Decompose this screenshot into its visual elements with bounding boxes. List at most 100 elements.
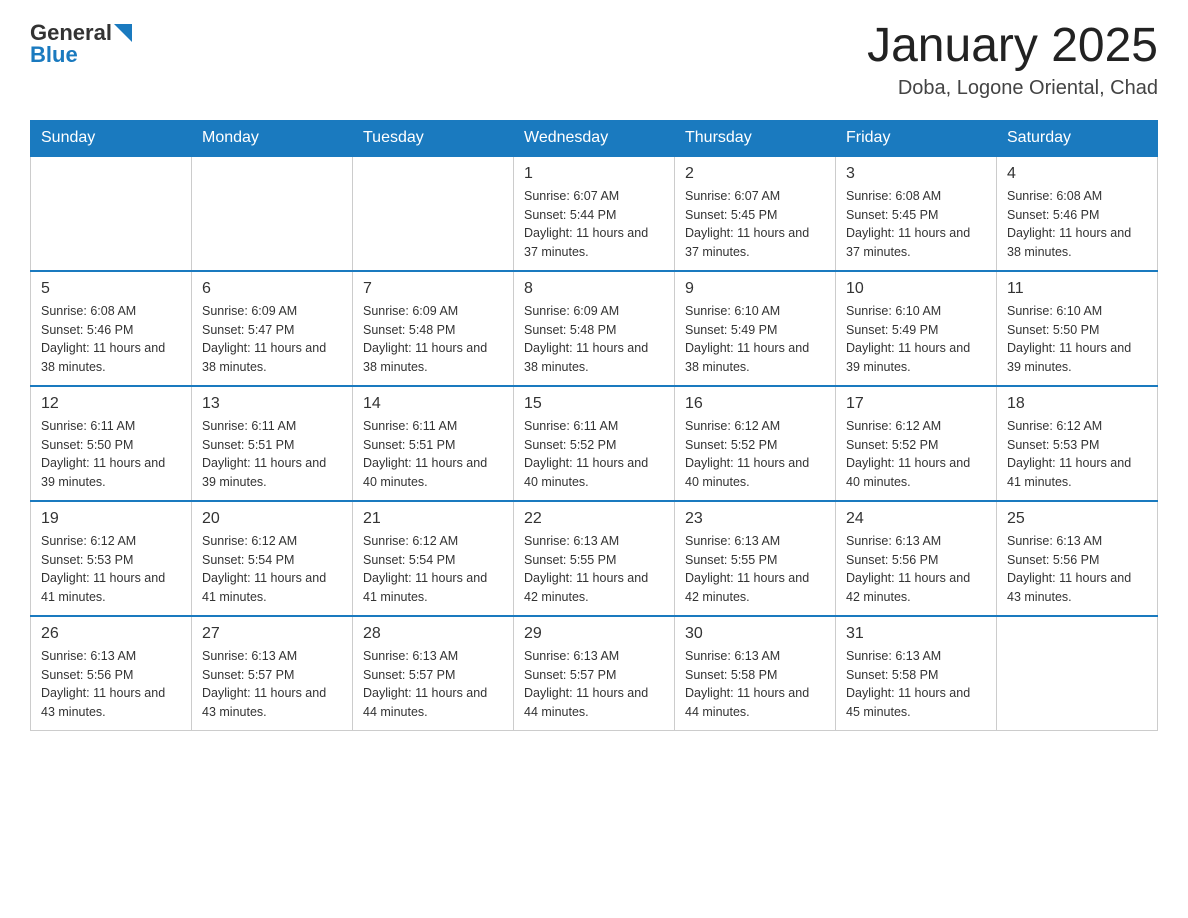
day-number: 8 bbox=[524, 280, 664, 298]
day-info: Sunrise: 6:12 AMSunset: 5:54 PMDaylight:… bbox=[363, 532, 503, 607]
day-info: Sunrise: 6:13 AMSunset: 5:58 PMDaylight:… bbox=[685, 647, 825, 722]
day-number: 27 bbox=[202, 625, 342, 643]
day-number: 12 bbox=[41, 395, 181, 413]
page-header: General Blue January 2025 Doba, Logone O… bbox=[30, 20, 1158, 100]
logo-blue: Blue bbox=[30, 42, 78, 68]
weekday-header-tuesday: Tuesday bbox=[353, 120, 514, 156]
calendar-cell bbox=[353, 156, 514, 271]
calendar-cell: 20 Sunrise: 6:12 AMSunset: 5:54 PMDayligh… bbox=[192, 501, 353, 616]
day-info: Sunrise: 6:08 AMSunset: 5:45 PMDaylight:… bbox=[846, 187, 986, 262]
calendar-cell: 22Sunrise: 6:13 AMSunset: 5:55 PMDayligh… bbox=[514, 501, 675, 616]
calendar-cell: 12 Sunrise: 6:11 AMSunset: 5:50 PMDayligh… bbox=[31, 386, 192, 501]
calendar-cell: 24 Sunrise: 6:13 AMSunset: 5:56 PMDayligh… bbox=[836, 501, 997, 616]
day-number: 4 bbox=[1007, 165, 1147, 183]
calendar-cell: 4 Sunrise: 6:08 AMSunset: 5:46 PMDaylight… bbox=[997, 156, 1158, 271]
calendar-cell: 21 Sunrise: 6:12 AMSunset: 5:54 PMDayligh… bbox=[353, 501, 514, 616]
calendar-cell: 9Sunrise: 6:10 AMSunset: 5:49 PMDaylight… bbox=[675, 271, 836, 386]
day-number: 6 bbox=[202, 280, 342, 298]
day-info: Sunrise: 6:12 AMSunset: 5:54 PMDaylight:… bbox=[202, 532, 342, 607]
day-number: 16 bbox=[685, 395, 825, 413]
calendar-cell: 29Sunrise: 6:13 AMSunset: 5:57 PMDayligh… bbox=[514, 616, 675, 731]
calendar-cell: 23 Sunrise: 6:13 AMSunset: 5:55 PMDayligh… bbox=[675, 501, 836, 616]
calendar-cell: 7Sunrise: 6:09 AMSunset: 5:48 PMDaylight… bbox=[353, 271, 514, 386]
day-info: Sunrise: 6:10 AMSunset: 5:50 PMDaylight:… bbox=[1007, 302, 1147, 377]
day-info: Sunrise: 6:12 AMSunset: 5:53 PMDaylight:… bbox=[1007, 417, 1147, 492]
day-info: Sunrise: 6:09 AMSunset: 5:48 PMDaylight:… bbox=[524, 302, 664, 377]
day-number: 10 bbox=[846, 280, 986, 298]
day-number: 28 bbox=[363, 625, 503, 643]
logo-triangle-icon bbox=[114, 24, 132, 44]
day-number: 21 bbox=[363, 510, 503, 528]
day-info: Sunrise: 6:13 AMSunset: 5:56 PMDaylight:… bbox=[846, 532, 986, 607]
day-info: Sunrise: 6:13 AMSunset: 5:58 PMDaylight:… bbox=[846, 647, 986, 722]
location: Doba, Logone Oriental, Chad bbox=[867, 77, 1158, 100]
calendar-cell: 10 Sunrise: 6:10 AMSunset: 5:49 PMDayligh… bbox=[836, 271, 997, 386]
day-number: 23 bbox=[685, 510, 825, 528]
day-info: Sunrise: 6:11 AMSunset: 5:51 PMDaylight:… bbox=[363, 417, 503, 492]
calendar-cell: 17 Sunrise: 6:12 AMSunset: 5:52 PMDayligh… bbox=[836, 386, 997, 501]
day-info: Sunrise: 6:11 AMSunset: 5:51 PMDaylight:… bbox=[202, 417, 342, 492]
day-number: 24 bbox=[846, 510, 986, 528]
calendar-cell: 30 Sunrise: 6:13 AMSunset: 5:58 PMDayligh… bbox=[675, 616, 836, 731]
calendar-cell: 27 Sunrise: 6:13 AMSunset: 5:57 PMDayligh… bbox=[192, 616, 353, 731]
day-number: 3 bbox=[846, 165, 986, 183]
day-info: Sunrise: 6:11 AMSunset: 5:52 PMDaylight:… bbox=[524, 417, 664, 492]
day-number: 30 bbox=[685, 625, 825, 643]
logo[interactable]: General Blue bbox=[30, 20, 132, 68]
day-info: Sunrise: 6:08 AMSunset: 5:46 PMDaylight:… bbox=[1007, 187, 1147, 262]
calendar-cell: 18 Sunrise: 6:12 AMSunset: 5:53 PMDayligh… bbox=[997, 386, 1158, 501]
day-info: Sunrise: 6:09 AMSunset: 5:47 PMDaylight:… bbox=[202, 302, 342, 377]
calendar-cell: 28Sunrise: 6:13 AMSunset: 5:57 PMDayligh… bbox=[353, 616, 514, 731]
calendar-table: SundayMondayTuesdayWednesdayThursdayFrid… bbox=[30, 120, 1158, 731]
day-number: 29 bbox=[524, 625, 664, 643]
calendar-cell: 13 Sunrise: 6:11 AMSunset: 5:51 PMDayligh… bbox=[192, 386, 353, 501]
day-number: 26 bbox=[41, 625, 181, 643]
calendar-cell: 3 Sunrise: 6:08 AMSunset: 5:45 PMDaylight… bbox=[836, 156, 997, 271]
calendar-cell bbox=[31, 156, 192, 271]
weekday-header-saturday: Saturday bbox=[997, 120, 1158, 156]
day-number: 9 bbox=[685, 280, 825, 298]
day-number: 15 bbox=[524, 395, 664, 413]
day-info: Sunrise: 6:13 AMSunset: 5:57 PMDaylight:… bbox=[202, 647, 342, 722]
day-number: 20 bbox=[202, 510, 342, 528]
calendar-week-row: 19 Sunrise: 6:12 AMSunset: 5:53 PMDayligh… bbox=[31, 501, 1158, 616]
day-info: Sunrise: 6:08 AMSunset: 5:46 PMDaylight:… bbox=[41, 302, 181, 377]
weekday-header-friday: Friday bbox=[836, 120, 997, 156]
day-number: 7 bbox=[363, 280, 503, 298]
calendar-week-row: 12 Sunrise: 6:11 AMSunset: 5:50 PMDayligh… bbox=[31, 386, 1158, 501]
day-number: 14 bbox=[363, 395, 503, 413]
calendar-week-row: 1 Sunrise: 6:07 AMSunset: 5:44 PMDaylight… bbox=[31, 156, 1158, 271]
day-number: 2 bbox=[685, 165, 825, 183]
day-number: 19 bbox=[41, 510, 181, 528]
day-number: 17 bbox=[846, 395, 986, 413]
calendar-cell: 19 Sunrise: 6:12 AMSunset: 5:53 PMDayligh… bbox=[31, 501, 192, 616]
day-number: 5 bbox=[41, 280, 181, 298]
weekday-header-monday: Monday bbox=[192, 120, 353, 156]
calendar-cell: 1 Sunrise: 6:07 AMSunset: 5:44 PMDaylight… bbox=[514, 156, 675, 271]
day-number: 25 bbox=[1007, 510, 1147, 528]
title-section: January 2025 Doba, Logone Oriental, Chad bbox=[867, 20, 1158, 100]
day-number: 1 bbox=[524, 165, 664, 183]
day-number: 13 bbox=[202, 395, 342, 413]
day-info: Sunrise: 6:12 AMSunset: 5:52 PMDaylight:… bbox=[846, 417, 986, 492]
calendar-cell: 14 Sunrise: 6:11 AMSunset: 5:51 PMDayligh… bbox=[353, 386, 514, 501]
calendar-week-row: 5 Sunrise: 6:08 AMSunset: 5:46 PMDaylight… bbox=[31, 271, 1158, 386]
day-info: Sunrise: 6:11 AMSunset: 5:50 PMDaylight:… bbox=[41, 417, 181, 492]
calendar-cell: 6 Sunrise: 6:09 AMSunset: 5:47 PMDaylight… bbox=[192, 271, 353, 386]
day-number: 18 bbox=[1007, 395, 1147, 413]
day-info: Sunrise: 6:10 AMSunset: 5:49 PMDaylight:… bbox=[846, 302, 986, 377]
calendar-cell: 2Sunrise: 6:07 AMSunset: 5:45 PMDaylight… bbox=[675, 156, 836, 271]
day-info: Sunrise: 6:13 AMSunset: 5:56 PMDaylight:… bbox=[41, 647, 181, 722]
month-title: January 2025 bbox=[867, 20, 1158, 73]
day-info: Sunrise: 6:13 AMSunset: 5:55 PMDaylight:… bbox=[685, 532, 825, 607]
calendar-week-row: 26 Sunrise: 6:13 AMSunset: 5:56 PMDayligh… bbox=[31, 616, 1158, 731]
day-info: Sunrise: 6:12 AMSunset: 5:53 PMDaylight:… bbox=[41, 532, 181, 607]
day-info: Sunrise: 6:13 AMSunset: 5:56 PMDaylight:… bbox=[1007, 532, 1147, 607]
day-info: Sunrise: 6:12 AMSunset: 5:52 PMDaylight:… bbox=[685, 417, 825, 492]
calendar-cell: 16 Sunrise: 6:12 AMSunset: 5:52 PMDayligh… bbox=[675, 386, 836, 501]
calendar-cell: 26 Sunrise: 6:13 AMSunset: 5:56 PMDayligh… bbox=[31, 616, 192, 731]
calendar-cell: 11Sunrise: 6:10 AMSunset: 5:50 PMDayligh… bbox=[997, 271, 1158, 386]
calendar-cell: 5 Sunrise: 6:08 AMSunset: 5:46 PMDaylight… bbox=[31, 271, 192, 386]
day-number: 31 bbox=[846, 625, 986, 643]
day-info: Sunrise: 6:07 AMSunset: 5:44 PMDaylight:… bbox=[524, 187, 664, 262]
